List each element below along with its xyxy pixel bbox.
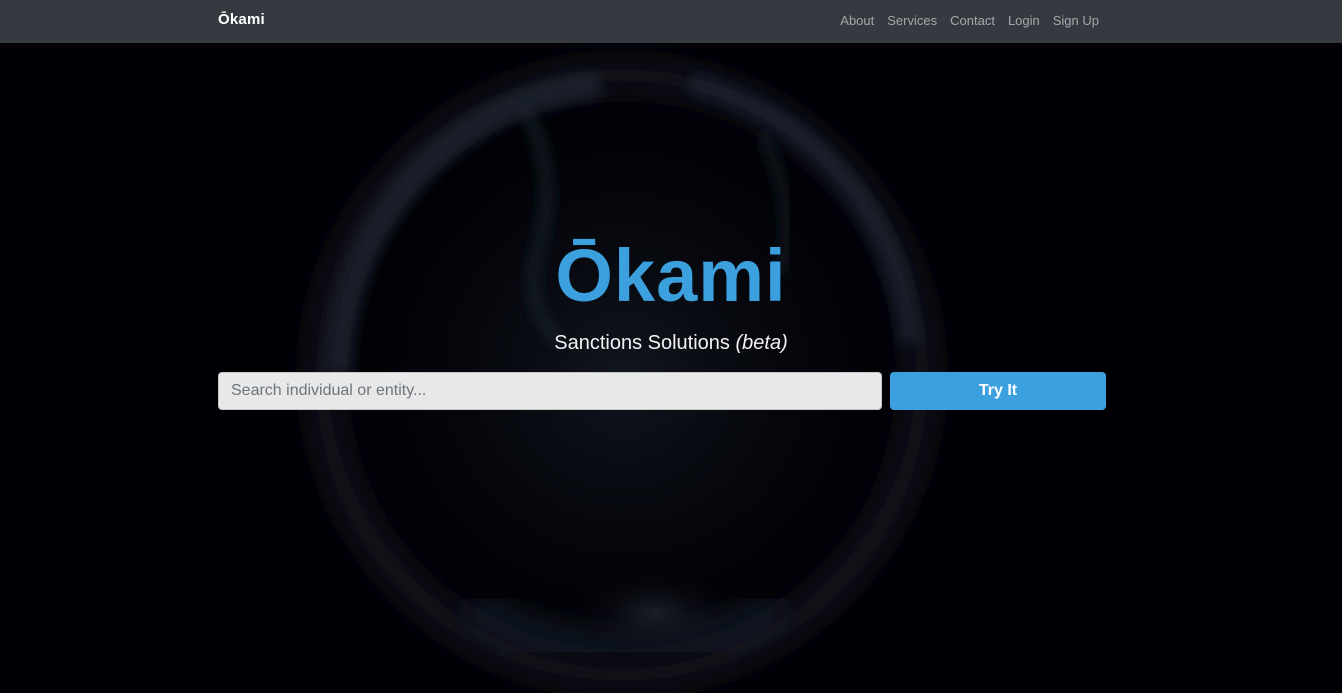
navbar-links: About Services Contact Login Sign Up (840, 13, 1099, 28)
navbar-brand-link[interactable]: Ōkami (218, 11, 265, 28)
tagline-text: Sanctions Solutions (554, 332, 730, 354)
nav-link-login[interactable]: Login (1008, 13, 1040, 28)
hero-section: Ōkami Sanctions Solutions (beta) Try It (0, 43, 1342, 693)
top-navbar: Ōkami About Services Contact Login Sign … (0, 0, 1342, 43)
hero-logo-title: Ōkami (555, 234, 787, 317)
nav-link-about[interactable]: About (840, 13, 874, 28)
nav-link-contact[interactable]: Contact (950, 13, 995, 28)
try-it-button[interactable]: Try It (890, 372, 1106, 410)
hero-tagline: Sanctions Solutions (beta) (0, 332, 1342, 355)
tagline-beta: (beta) (735, 332, 788, 354)
particle-globe-image (292, 45, 952, 693)
nav-link-sign-up[interactable]: Sign Up (1053, 13, 1099, 28)
nav-link-services[interactable]: Services (887, 13, 937, 28)
search-input[interactable] (218, 372, 882, 410)
